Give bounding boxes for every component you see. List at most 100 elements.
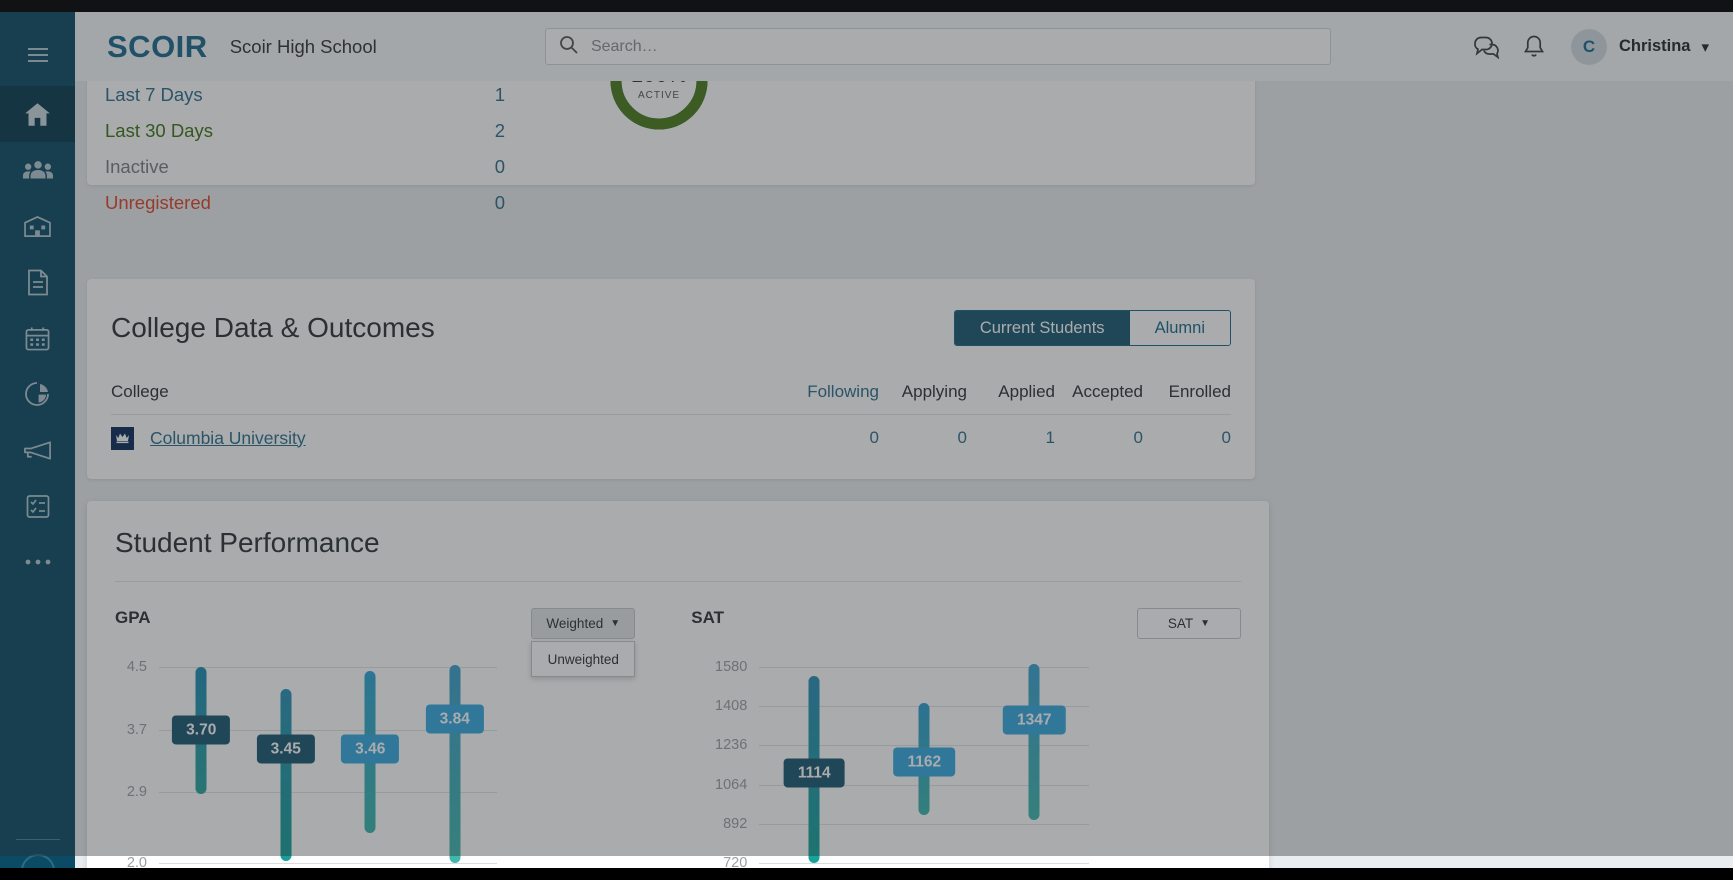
stat-label[interactable]: Last 7 Days: [105, 84, 445, 106]
sat-header: SAT SAT ▼: [691, 608, 1241, 639]
search-icon: [559, 35, 578, 59]
crown-icon: [116, 433, 129, 444]
scoir-logo[interactable]: SCOIR: [107, 29, 208, 65]
calendar-icon: [25, 326, 50, 350]
stat-value: 0: [494, 156, 505, 177]
performance-charts: GPA Weighted ▼ Unweighted 4.5 3.7 2.9 2.0 3.…: [115, 608, 1241, 868]
sat-chart-pane: SAT SAT ▼ 1580 1408 1236 1064 892 720 1114 1162…: [691, 608, 1241, 868]
gridline: [759, 667, 1090, 668]
college-data-card: College Data & Outcomes Current Students…: [87, 279, 1255, 479]
page-content: Last 7 Days 1 Last 30 Days 2 Inactive 0 …: [75, 81, 1733, 868]
th-following[interactable]: Following: [791, 382, 879, 402]
y-axis-tick-label: 2.0: [126, 855, 147, 868]
school-name: Scoir High School: [229, 35, 377, 57]
y-axis-tick-label: 892: [723, 815, 748, 832]
sidebar-item-announcements[interactable]: [0, 422, 75, 478]
gpa-chart-pane: GPA Weighted ▼ Unweighted 4.5 3.7 2.9 2.0 3.…: [115, 608, 636, 868]
document-icon: [27, 269, 48, 295]
search-box[interactable]: [544, 28, 1331, 65]
gpa-header: GPA Weighted ▼ Unweighted: [115, 608, 636, 677]
hamburger-menu-icon: [27, 48, 48, 62]
menu-toggle[interactable]: [0, 24, 75, 86]
gpa-weighting-dropdown[interactable]: Weighted ▼: [531, 608, 636, 639]
sidebar-item-colleges[interactable]: [0, 198, 75, 254]
y-axis-tick-label: 4.5: [126, 659, 147, 675]
value-badge: 3.84: [425, 704, 484, 734]
gpa-dropdown-value: Weighted: [546, 616, 604, 631]
sidebar-item-reports[interactable]: [0, 366, 75, 422]
gridline: [159, 792, 497, 794]
sidebar-divider: [15, 839, 60, 840]
chat-bubbles-icon: [1474, 36, 1500, 59]
ellipsis-icon: [25, 559, 50, 565]
divider: [115, 581, 1241, 582]
messages-button[interactable]: [1473, 35, 1501, 59]
sidebar-avatar[interactable]: [20, 854, 55, 868]
y-axis-tick-label: 3.7: [126, 721, 147, 738]
main-sidebar: [0, 12, 75, 868]
stat-row: Inactive 0: [105, 149, 505, 185]
menu-item-unweighted[interactable]: Unweighted: [532, 642, 634, 676]
search-input[interactable]: [590, 37, 1317, 56]
bell-icon: [1523, 35, 1544, 57]
student-performance-card: Student Performance GPA Weighted ▼ Unwei…: [87, 501, 1269, 868]
value-badge: 1347: [1003, 705, 1066, 735]
stat-label[interactable]: Last 30 Days: [105, 120, 445, 142]
user-menu[interactable]: C Christina ▾: [1570, 28, 1709, 65]
range-bar[interactable]: [1028, 664, 1040, 821]
value-badge: 1162: [893, 747, 956, 777]
sidebar-item-home[interactable]: [0, 86, 75, 142]
y-axis-tick-label: 1408: [715, 698, 748, 715]
x-axis-tick-label: 12th: [272, 867, 300, 868]
sidebar-item-more[interactable]: [0, 534, 75, 590]
th-accepted[interactable]: Accepted: [1055, 382, 1143, 402]
registration-stats-list: Last 7 Days 1 Last 30 Days 2 Inactive 0 …: [105, 81, 505, 221]
avatar: C: [1570, 28, 1607, 65]
th-enrolled[interactable]: Enrolled: [1143, 382, 1231, 402]
sat-test-dropdown[interactable]: SAT ▼: [1137, 608, 1241, 639]
stat-value: 0: [494, 192, 505, 213]
stat-value: 1: [494, 84, 505, 105]
stat-row: Last 30 Days 2: [105, 113, 505, 149]
notifications-button[interactable]: [1523, 34, 1545, 59]
student-performance-title: Student Performance: [115, 527, 380, 558]
megaphone-icon: [24, 441, 51, 460]
columbia-crown-logo: [111, 426, 134, 450]
table-row: Columbia University 0 0 1 0 0: [111, 415, 1231, 461]
sidebar-item-tasks[interactable]: [0, 478, 75, 534]
sidebar-item-documents[interactable]: [0, 254, 75, 310]
school-building-icon: [24, 215, 51, 237]
cell-enrolled: 0: [1221, 428, 1231, 447]
y-axis-tick-label: 720: [723, 855, 748, 868]
stat-label[interactable]: Inactive: [105, 156, 445, 178]
tab-alumni[interactable]: Alumni: [1129, 311, 1230, 345]
checklist-icon: [26, 494, 49, 518]
range-bar[interactable]: [449, 665, 461, 863]
sat-x-axis: 12th 2020 2019: [759, 863, 1089, 868]
chevron-down-icon: ▼: [610, 618, 621, 629]
gridline: [159, 667, 497, 668]
donut-percent: 100%: [631, 81, 687, 88]
stat-label[interactable]: Unregistered: [105, 192, 445, 214]
sidebar-item-students[interactable]: [0, 142, 75, 198]
x-axis-tick-label: 12th: [800, 867, 828, 868]
th-applying[interactable]: Applying: [879, 382, 967, 402]
cell-following: 0: [869, 428, 879, 447]
sidebar-item-calendar[interactable]: [0, 310, 75, 366]
pie-chart-icon: [24, 382, 49, 406]
stat-row: Last 7 Days 1: [105, 81, 505, 113]
th-applied[interactable]: Applied: [967, 382, 1055, 402]
college-outcomes-table: College Following Applying Applied Accep…: [111, 369, 1231, 461]
college-card-header: College Data & Outcomes Current Students…: [111, 305, 1231, 351]
college-name-cell: Columbia University: [111, 426, 791, 450]
college-link[interactable]: Columbia University: [150, 428, 306, 449]
home-icon: [25, 102, 50, 126]
stat-value: 2: [494, 120, 505, 141]
range-bar[interactable]: [280, 688, 292, 862]
sat-label: SAT: [691, 608, 725, 627]
page-title: College Data & Outcomes: [111, 312, 435, 343]
application-window: SCOIR Scoir High School Search… C Christ…: [0, 12, 1733, 868]
tab-current-students[interactable]: Current Students: [954, 311, 1130, 345]
x-axis-tick-label: 11th: [188, 867, 215, 868]
sat-plot-area: 1580 1408 1236 1064 892 720 1114 1162 1347: [715, 659, 1090, 868]
